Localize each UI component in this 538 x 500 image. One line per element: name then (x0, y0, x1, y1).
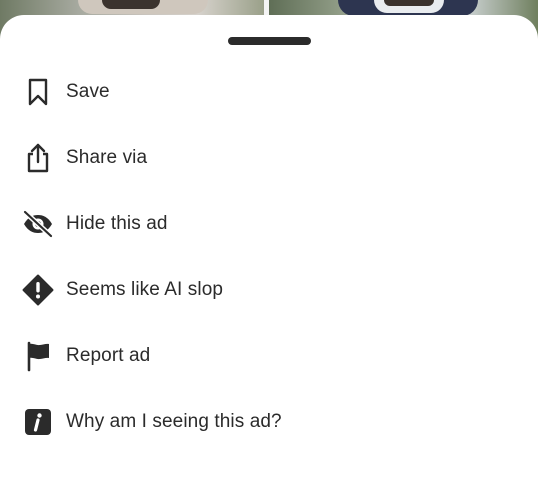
menu-item-report-ad[interactable]: Report ad (0, 323, 538, 389)
bookmark-icon (22, 76, 54, 108)
menu-item-label: Share via (66, 147, 148, 168)
menu-item-label: Why am I seeing this ad? (66, 411, 282, 432)
info-icon (22, 406, 54, 438)
person-chin-right (384, 0, 434, 6)
menu-item-label: Hide this ad (66, 213, 168, 234)
action-menu: Save Share via Hide this ad Seems like A… (0, 59, 538, 455)
menu-item-label: Report ad (66, 345, 151, 366)
eye-slash-icon (22, 208, 54, 240)
sheet-grabber-handle[interactable] (228, 37, 311, 45)
menu-item-why-seeing-ad[interactable]: Why am I seeing this ad? (0, 389, 538, 455)
menu-item-hide-ad[interactable]: Hide this ad (0, 191, 538, 257)
menu-item-ai-slop[interactable]: Seems like AI slop (0, 257, 538, 323)
menu-item-save[interactable]: Save (0, 59, 538, 125)
warning-diamond-icon (22, 274, 54, 306)
menu-item-share-via[interactable]: Share via (0, 125, 538, 191)
action-bottom-sheet: Save Share via Hide this ad Seems like A… (0, 15, 538, 500)
menu-item-label: Save (66, 81, 110, 102)
menu-item-label: Seems like AI slop (66, 279, 224, 300)
person-chin-left (102, 0, 160, 9)
share-icon (22, 142, 54, 174)
flag-icon (22, 340, 54, 372)
